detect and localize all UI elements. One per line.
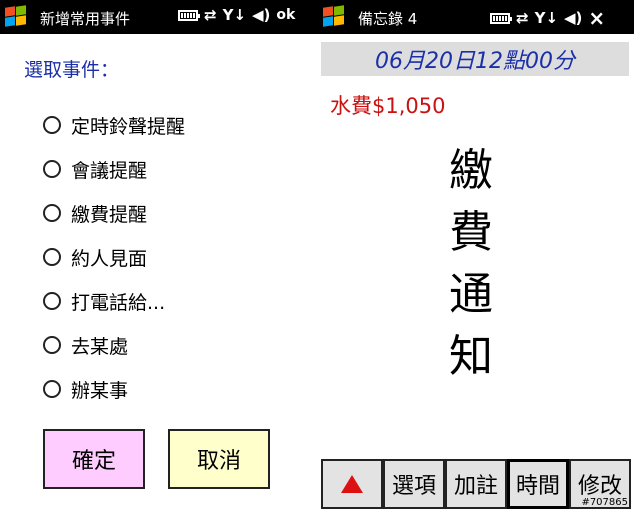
confirm-button[interactable]: 確定 bbox=[43, 429, 145, 489]
option-timed-alarm[interactable]: 定時鈴聲提醒 bbox=[43, 103, 185, 147]
window-title: 新增常用事件 bbox=[40, 10, 131, 28]
volume-icon: ◀) bbox=[252, 6, 271, 24]
memo-char: 通 bbox=[449, 269, 493, 320]
volume-icon: ◀) bbox=[564, 9, 583, 27]
sync-icon: ⇄ bbox=[204, 6, 217, 24]
option-meet-person[interactable]: 約人見面 bbox=[43, 235, 185, 279]
memo-amount: 水費$1,050 bbox=[330, 94, 446, 118]
cancel-button[interactable]: 取消 bbox=[168, 429, 270, 489]
sync-icon: ⇄ bbox=[516, 9, 529, 27]
new-event-window: 新增常用事件 ⇄ Y↓ ◀) ok 選取事件： 定時鈴聲提醒 會議提醒 繳費提醒… bbox=[0, 0, 318, 510]
radio-icon[interactable] bbox=[43, 116, 61, 134]
memo-char: 繳 bbox=[449, 145, 493, 196]
status-bar: 新增常用事件 ⇄ Y↓ ◀) ok bbox=[0, 0, 318, 34]
option-go-somewhere[interactable]: 去某處 bbox=[43, 323, 185, 367]
up-arrow-icon bbox=[341, 475, 363, 493]
signal-icon: Y↓ bbox=[222, 6, 247, 24]
radio-icon[interactable] bbox=[43, 204, 61, 222]
memo-char: 費 bbox=[449, 207, 493, 258]
select-event-prompt: 選取事件： bbox=[24, 59, 120, 81]
watermark: #707865 bbox=[581, 497, 628, 508]
option-do-something[interactable]: 辦某事 bbox=[43, 367, 185, 411]
status-bar: 備忘錄 4 ⇄ Y↓ ◀) × bbox=[318, 0, 634, 34]
close-icon[interactable]: × bbox=[588, 6, 605, 30]
time-button[interactable]: 時間 bbox=[507, 459, 569, 509]
options-button[interactable]: 選項 bbox=[383, 459, 445, 509]
radio-icon[interactable] bbox=[43, 248, 61, 266]
option-meeting[interactable]: 會議提醒 bbox=[43, 147, 185, 191]
window-title: 備忘錄 4 bbox=[358, 10, 418, 28]
battery-icon bbox=[178, 9, 200, 21]
windows-start-icon[interactable] bbox=[322, 5, 346, 28]
status-icons: ⇄ Y↓ ◀) × bbox=[490, 6, 605, 30]
radio-icon[interactable] bbox=[43, 336, 61, 354]
ok-button[interactable]: ok bbox=[276, 7, 295, 23]
memo-vertical-text: 繳 費 通 知 bbox=[446, 140, 496, 388]
status-icons: ⇄ Y↓ ◀) ok bbox=[178, 6, 295, 24]
signal-icon: Y↓ bbox=[534, 9, 559, 27]
radio-icon[interactable] bbox=[43, 160, 61, 178]
radio-icon[interactable] bbox=[43, 292, 61, 310]
battery-icon bbox=[490, 12, 512, 24]
scroll-up-button[interactable] bbox=[321, 459, 383, 509]
radio-icon[interactable] bbox=[43, 380, 61, 398]
windows-start-icon[interactable] bbox=[4, 5, 28, 28]
memo-char: 知 bbox=[449, 331, 493, 382]
date-header: 06月20日12點00分 bbox=[321, 42, 629, 76]
option-phone-call[interactable]: 打電話給... bbox=[43, 279, 185, 323]
memo-window: 備忘錄 4 ⇄ Y↓ ◀) × 06月20日12點00分 水費$1,050 繳 … bbox=[318, 0, 634, 510]
option-payment[interactable]: 繳費提醒 bbox=[43, 191, 185, 235]
screen: 新增常用事件 ⇄ Y↓ ◀) ok 選取事件： 定時鈴聲提醒 會議提醒 繳費提醒… bbox=[0, 0, 634, 510]
annotate-button[interactable]: 加註 bbox=[445, 459, 507, 509]
event-options: 定時鈴聲提醒 會議提醒 繳費提醒 約人見面 打電話給... 去某處 辦某事 bbox=[43, 103, 185, 411]
